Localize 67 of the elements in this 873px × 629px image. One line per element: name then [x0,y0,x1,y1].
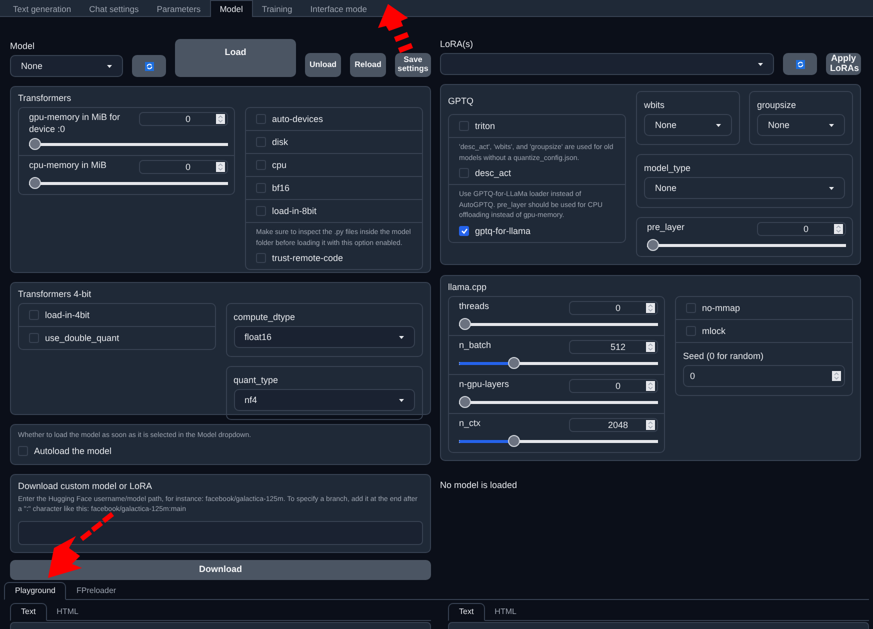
checkbox-label: triton [475,121,496,131]
dropdown[interactable]: float16 [234,326,415,348]
field-label: compute_dtype [234,312,296,322]
checkbox-label: trust-remote-code [272,253,344,263]
checkbox-label: gptq-for-llama [475,226,531,236]
checkbox-label: desc_act [475,168,512,178]
field-label: Seed (0 for random) [683,351,765,361]
tab[interactable]: Text [10,602,47,620]
dropdown[interactable]: None [757,114,845,136]
field-label: model_type [644,163,692,173]
action-button[interactable]: Save settings [395,53,431,77]
number-field[interactable]: 0 [569,379,658,393]
status-text: No model is loaded [440,480,518,490]
section-title: Download custom model or LoRA [18,480,154,490]
section-title: Transformers 4-bit [18,289,92,299]
tab[interactable]: Parameters [148,0,210,17]
tab[interactable]: Text generation [4,0,80,17]
number-field[interactable]: 0 [139,112,228,126]
slider-label: n_batch [459,340,492,352]
tab[interactable]: Interface mode [301,0,376,17]
tab[interactable]: Training [252,0,302,17]
number-field[interactable]: 2048 [569,418,658,432]
tab[interactable]: HTML [46,602,88,620]
checkbox-label: cpu [272,160,287,170]
load-button[interactable]: Load [175,39,296,77]
slider-label: n-gpu-layers [459,379,510,391]
field-label: LoRA(s) [440,39,474,49]
checkbox-label: mlock [702,326,726,336]
tab[interactable]: HTML [484,602,526,620]
slider-label: n_ctx [459,418,482,430]
tab[interactable]: FPreloader [66,582,126,600]
number-field[interactable]: 0 [139,160,228,174]
slider-label: pre_layer [647,222,686,234]
field-label: groupsize [757,100,798,110]
tab[interactable]: Chat settings [80,0,148,17]
section-title: Transformers [18,93,72,103]
number-field[interactable]: 0 [757,222,846,236]
download-button[interactable]: Download [10,560,431,580]
slider-label: gpu-memory in MiB for device :0 [29,112,122,136]
number-field[interactable]: 0 [683,365,845,387]
action-button[interactable]: Reload [350,53,386,77]
checkbox-label: Autoload the model [34,446,112,456]
slider-label: cpu-memory in MiB [29,160,108,172]
checkbox-label: load-in-8bit [272,206,317,216]
checkbox-label: no-mmap [702,303,740,313]
section-title: GPTQ [448,96,475,106]
field-label: Model [10,41,36,51]
checkbox-label: disk [272,137,288,147]
apply-button[interactable]: Apply LoRAs [826,53,861,75]
tab[interactable]: Text [448,602,485,620]
field-label: wbits [644,100,666,110]
dropdown[interactable]: nf4 [234,389,415,411]
checkbox-label: bf16 [272,183,290,193]
dropdown[interactable]: None [10,55,123,77]
number-field[interactable]: 512 [569,340,658,354]
section-title: llama.cpp [448,282,488,292]
tab[interactable]: Playground [4,582,66,600]
number-field[interactable]: 0 [569,301,658,315]
field-label: quant_type [234,375,280,385]
dropdown[interactable]: None [644,114,732,136]
action-button[interactable]: Unload [305,53,341,77]
dropdown[interactable]: None [644,177,845,199]
tab[interactable]: Model [210,0,253,17]
slider-label: threads [459,301,490,313]
checkbox-label: use_double_quant [45,333,120,343]
checkbox-label: auto-devices [272,114,324,124]
checkbox-label: load-in-4bit [45,310,90,320]
